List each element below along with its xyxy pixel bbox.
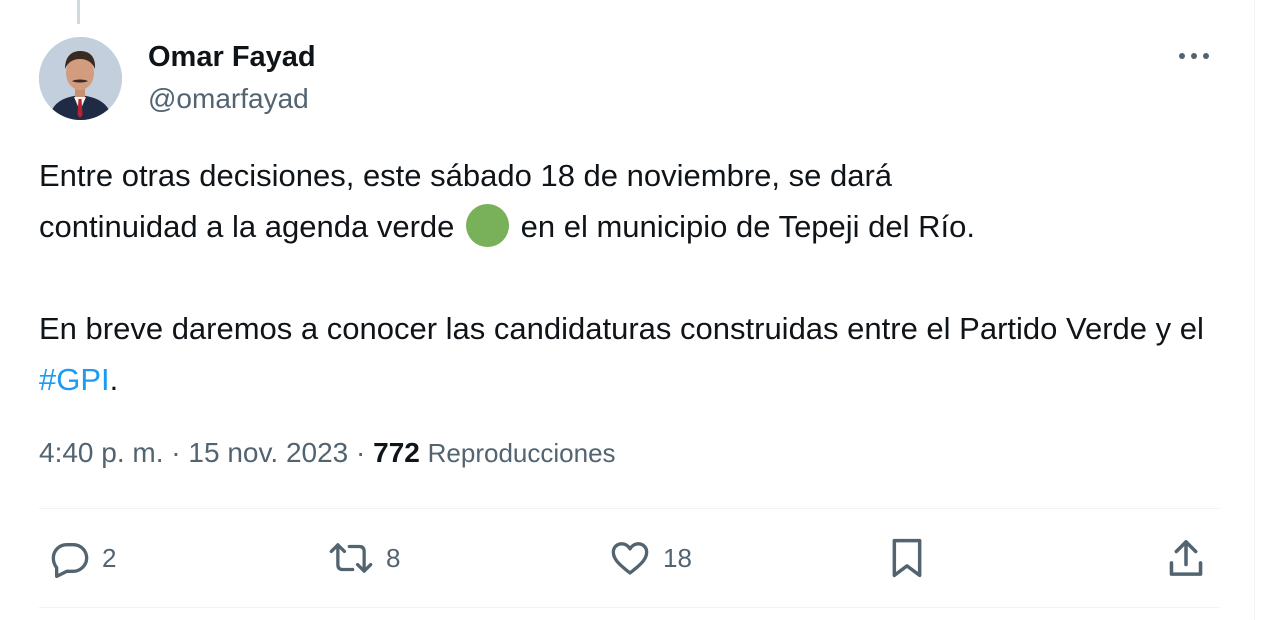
share-button[interactable] — [1166, 536, 1206, 580]
retweet-button[interactable]: 8 — [328, 536, 400, 580]
retweet-count: 8 — [386, 542, 401, 573]
author-display-name[interactable]: Omar Fayad — [148, 40, 316, 74]
tweet-meta: 4:40 p. m. · 15 nov. 2023 · 772 Reproduc… — [39, 435, 616, 471]
tweet-line-2-after: en el municipio de Tepeji del Río. — [520, 209, 976, 244]
tweet-paragraph-2-end: . — [109, 362, 119, 397]
tweet-date[interactable]: 15 nov. 2023 — [188, 437, 348, 468]
tweet-time[interactable]: 4:40 p. m. — [39, 437, 164, 468]
more-horizontal-icon — [1178, 52, 1210, 60]
views-label: Reproducciones — [427, 438, 616, 468]
heart-icon — [609, 538, 651, 578]
tweet-line-1: Entre otras decisiones, este sábado 18 d… — [39, 158, 893, 193]
divider-top — [39, 508, 1219, 509]
bookmark-icon — [888, 537, 926, 579]
views-count: 772 — [373, 437, 420, 468]
avatar-image — [39, 37, 122, 120]
divider-bottom — [39, 607, 1219, 608]
avatar[interactable] — [39, 37, 122, 120]
like-count: 18 — [663, 542, 692, 573]
bookmark-button[interactable] — [888, 536, 926, 580]
reply-button[interactable]: 2 — [50, 536, 116, 580]
tweet-paragraph-2-text: En breve daremos a conocer las candidatu… — [39, 311, 1204, 346]
reply-count: 2 — [102, 542, 117, 573]
retweet-icon — [328, 538, 374, 578]
green-circle-emoji — [466, 204, 510, 247]
reply-icon — [50, 538, 90, 578]
tweet-paragraph-1: Entre otras decisiones, este sábado 18 d… — [39, 150, 1219, 252]
action-bar: 2 8 18 — [0, 510, 1254, 608]
meta-separator: · — [356, 437, 366, 468]
share-icon — [1166, 537, 1206, 579]
meta-separator: · — [171, 437, 181, 468]
tweet-text: Entre otras decisiones, este sábado 18 d… — [39, 150, 1219, 405]
tweet-line-2-before: continuidad a la agenda verde — [39, 209, 455, 244]
hashtag-link[interactable]: #GPI — [39, 362, 110, 397]
tweet-paragraph-2: En breve daremos a conocer las candidatu… — [39, 303, 1219, 405]
like-button[interactable]: 18 — [609, 536, 692, 580]
more-options-button[interactable] — [1172, 38, 1216, 74]
author-handle[interactable]: @omarfayad — [148, 82, 309, 116]
tweet-card: Omar Fayad @omarfayad Entre otras decisi… — [0, 0, 1255, 620]
thread-connector-line — [77, 0, 80, 24]
